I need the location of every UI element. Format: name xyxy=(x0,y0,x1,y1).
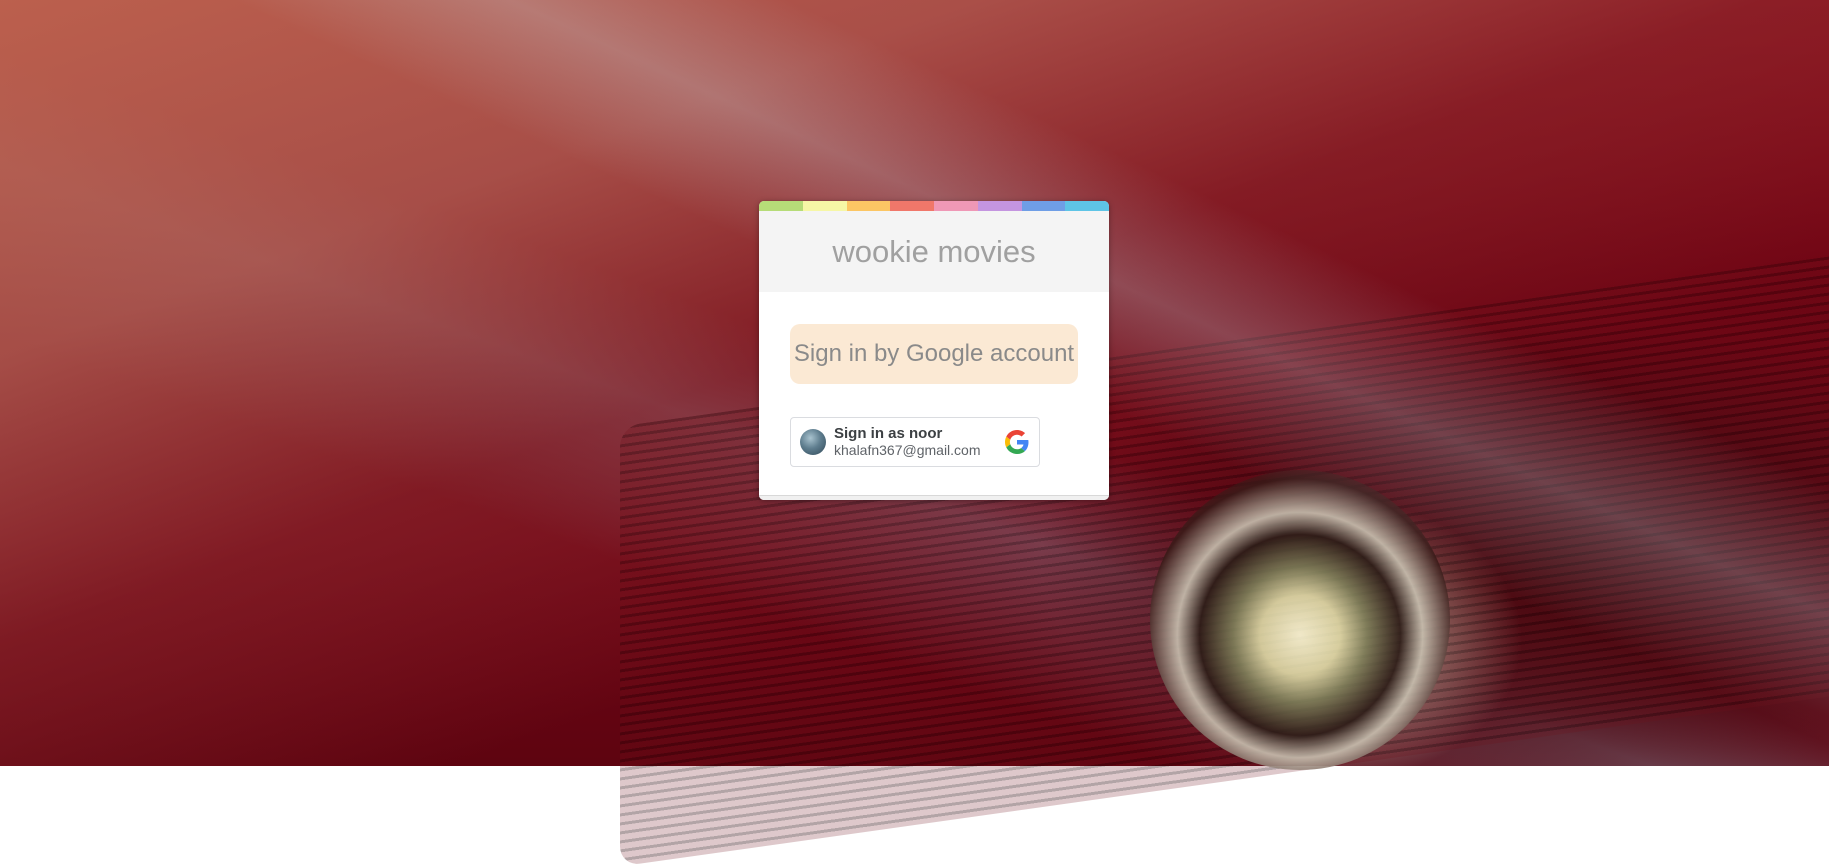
color-bar-segment xyxy=(846,201,891,211)
account-email: khalafn367@gmail.com xyxy=(834,442,981,458)
google-signin-button[interactable]: Sign in by Google account xyxy=(790,324,1078,384)
color-bar-segment xyxy=(1021,201,1066,211)
projector-lens xyxy=(1150,470,1450,770)
account-name-label: Sign in as noor xyxy=(834,425,943,442)
login-card: wookie movies Sign in by Google account … xyxy=(759,201,1109,500)
card-header: wookie movies xyxy=(759,211,1109,292)
color-bar-segment xyxy=(890,201,934,211)
color-bar-segment xyxy=(759,201,803,211)
app-title: wookie movies xyxy=(832,233,1036,269)
account-signin-button[interactable]: Sign in as noor khalafn367@gmail.com xyxy=(790,417,1040,467)
avatar xyxy=(800,429,826,455)
color-bar-segment xyxy=(934,201,978,211)
account-text: Sign in as noor khalafn367@gmail.com xyxy=(834,425,981,459)
google-g-icon xyxy=(1005,430,1029,454)
color-bar-segment xyxy=(802,201,847,211)
color-bar-segment xyxy=(977,201,1022,211)
card-body: Sign in by Google account Sign in as noo… xyxy=(759,292,1109,467)
card-footer-divider xyxy=(759,495,1109,500)
color-bar-segment xyxy=(1065,201,1109,211)
color-bar xyxy=(759,201,1109,211)
